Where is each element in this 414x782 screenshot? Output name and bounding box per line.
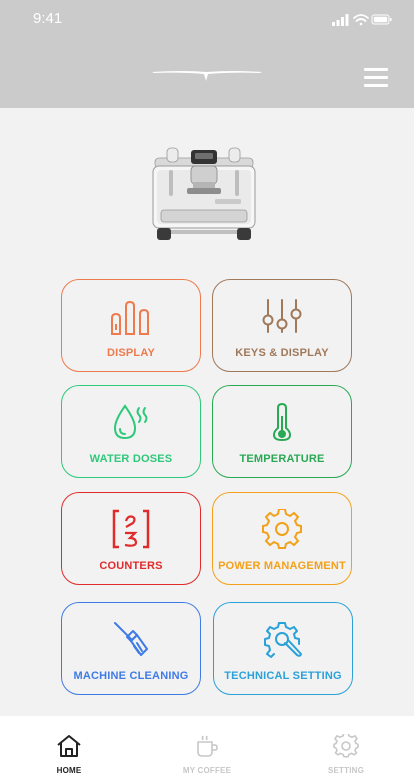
counters-tile[interactable]: COUNTERS xyxy=(61,492,201,585)
home-icon xyxy=(57,735,81,757)
tab-my-coffee[interactable]: MY COFFEE xyxy=(162,734,252,775)
menu-line xyxy=(364,76,388,79)
coffee-cup-icon xyxy=(197,735,218,757)
tab-label: SETTING xyxy=(327,766,365,775)
sliders-icon xyxy=(213,296,351,336)
menu-line xyxy=(364,68,388,71)
tile-label: DISPLAY xyxy=(106,347,156,359)
tile-label: COUNTERS xyxy=(99,560,163,572)
tile-label: KEYS & DISPLAY xyxy=(235,347,329,359)
keys-display-tile[interactable]: KEYS & DISPLAY xyxy=(212,279,352,372)
tile-label: POWER MANAGEMENT xyxy=(218,560,346,572)
water-drop-icon xyxy=(62,402,200,442)
bars-icon xyxy=(62,296,200,336)
brand-logo xyxy=(152,71,262,81)
gear-icon xyxy=(333,732,359,758)
battery-icon xyxy=(371,14,392,25)
wifi-icon xyxy=(353,14,369,26)
machine-cleaning-tile[interactable]: MACHINE CLEANING xyxy=(61,602,201,695)
tile-label: MACHINE CLEANING xyxy=(73,670,189,682)
coffee-machine-image xyxy=(152,147,256,240)
menu-button[interactable] xyxy=(364,68,388,90)
tab-setting[interactable]: SETTING xyxy=(301,732,391,775)
tab-home[interactable]: HOME xyxy=(24,734,114,775)
tile-label: TECHNICAL SETTING xyxy=(224,670,342,682)
wrench-gear-icon xyxy=(214,619,352,659)
counter-icon xyxy=(62,509,200,549)
broom-icon xyxy=(62,619,200,659)
menu-line xyxy=(364,84,388,87)
tab-bar: HOME MY COFFEE SETTING xyxy=(0,716,414,782)
display-tile[interactable]: DISPLAY xyxy=(61,279,201,372)
tile-label: TEMPERATURE xyxy=(239,453,325,465)
status-icons xyxy=(332,14,392,26)
technical-setting-tile[interactable]: TECHNICAL SETTING xyxy=(213,602,353,695)
water-doses-tile[interactable]: WATER DOSES xyxy=(61,385,201,478)
gear-icon xyxy=(213,509,351,549)
temperature-tile[interactable]: TEMPERATURE xyxy=(212,385,352,478)
tab-label: MY COFFEE xyxy=(182,766,232,775)
signal-icon xyxy=(332,14,349,26)
tab-label: HOME xyxy=(56,766,82,775)
header: 9:41 xyxy=(0,0,414,108)
power-management-tile[interactable]: POWER MANAGEMENT xyxy=(212,492,352,585)
thermometer-icon xyxy=(213,402,351,442)
tile-label: WATER DOSES xyxy=(89,453,173,465)
status-time: 9:41 xyxy=(33,10,63,27)
